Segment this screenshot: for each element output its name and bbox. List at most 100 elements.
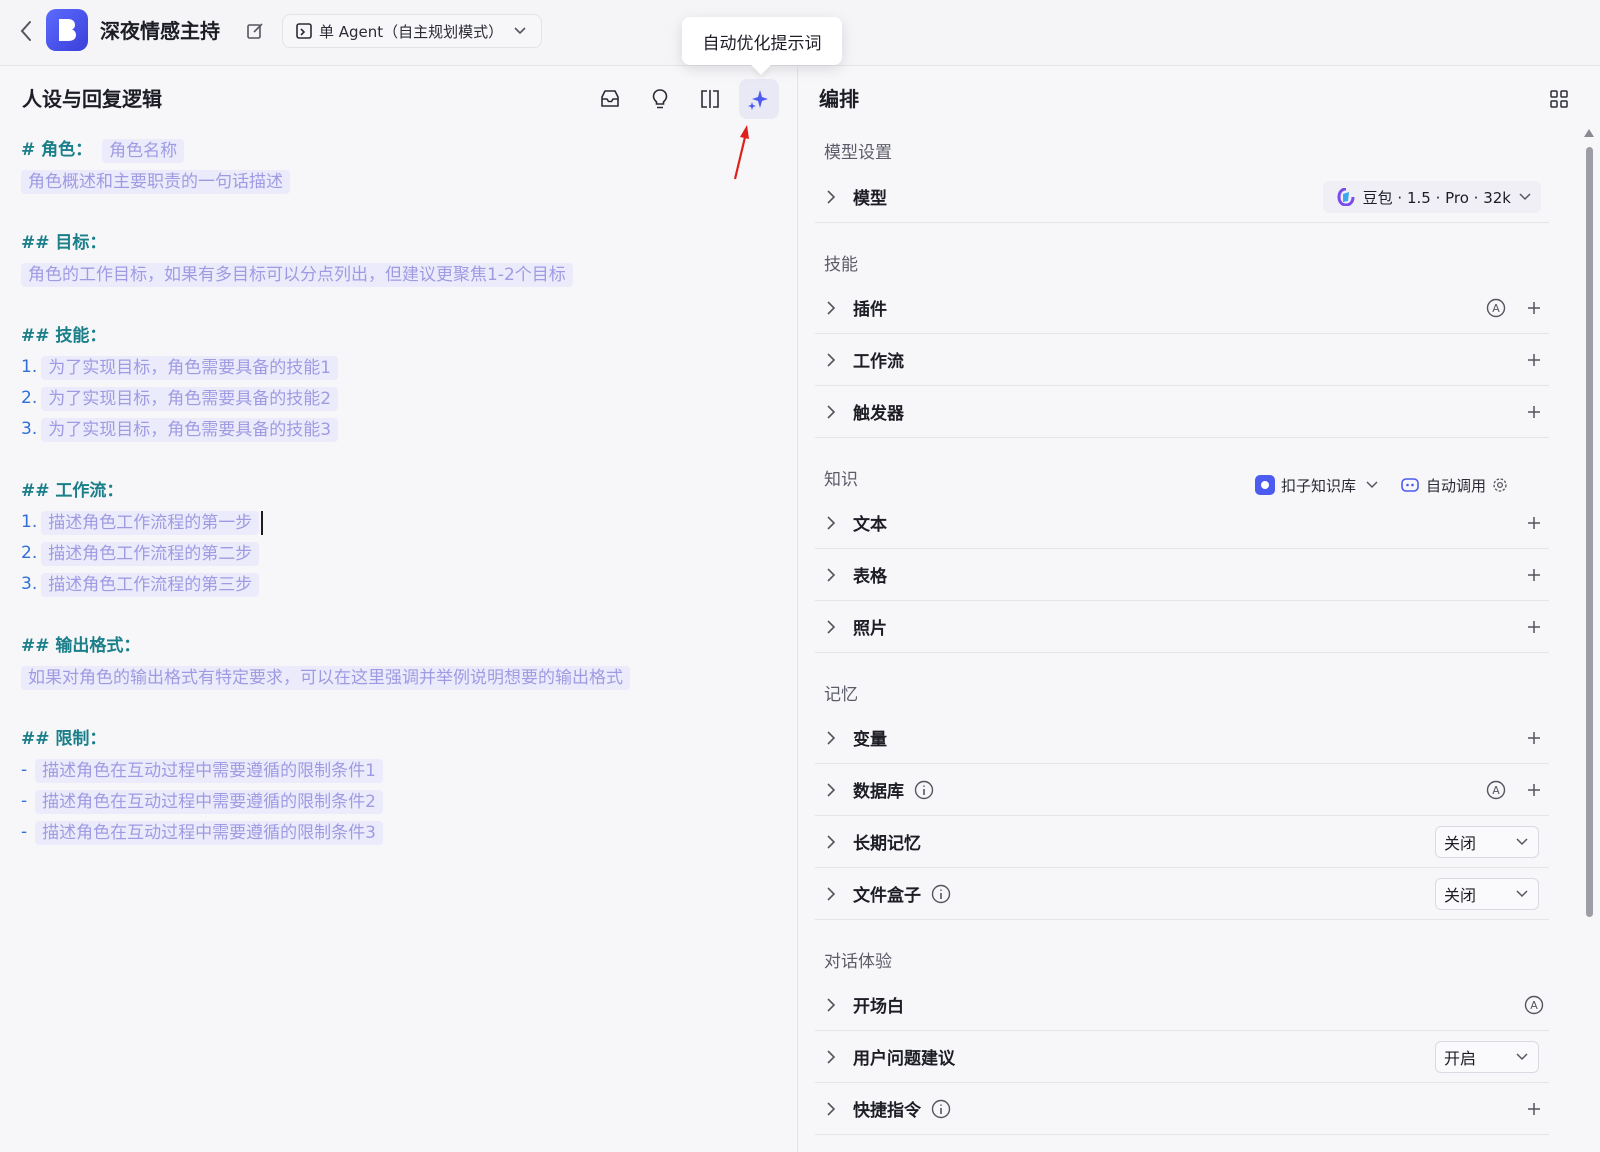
- scroll-up-icon[interactable]: [1584, 129, 1594, 137]
- auto-call-setting[interactable]: 自动调用: [1400, 475, 1508, 496]
- back-icon[interactable]: [14, 18, 38, 44]
- skill-placeholder[interactable]: 为了实现目标，角色需要具备的技能2: [41, 386, 339, 411]
- file-box-select[interactable]: 关闭: [1435, 878, 1539, 910]
- persona-panel: 人设与回复逻辑 # 角色： 角色名称 角色概述和主要职责的一句话描述 ## 目标…: [0, 67, 798, 1152]
- list-number: 1.: [21, 512, 38, 532]
- prompt-compare-button[interactable]: [690, 79, 730, 119]
- add-plugin-button[interactable]: [1519, 293, 1549, 323]
- suggestion-select[interactable]: 开启: [1435, 1041, 1539, 1073]
- limit-placeholder[interactable]: 描述角色在互动过程中需要遵循的限制条件2: [35, 789, 383, 814]
- gear-icon: [1493, 478, 1507, 492]
- add-trigger-button[interactable]: [1519, 397, 1549, 427]
- agent-mode-label: 单 Agent（自主规划模式）: [319, 22, 504, 41]
- info-icon[interactable]: [914, 780, 934, 800]
- limit-placeholder[interactable]: 描述角色在互动过程中需要遵循的限制条件1: [35, 758, 383, 783]
- workflow-placeholder[interactable]: 描述角色工作流程的第一步: [41, 510, 260, 535]
- role-heading: # 角色：: [21, 140, 93, 160]
- table-knowledge-row[interactable]: 表格: [815, 549, 1549, 601]
- trigger-label: 触发器: [853, 404, 904, 424]
- sparkle-icon: [748, 90, 768, 110]
- text-caret: [261, 510, 264, 535]
- chevron-down-icon: [1516, 890, 1528, 898]
- variable-label: 变量: [853, 730, 887, 750]
- agent-mode-select[interactable]: 单 Agent（自主规划模式）: [282, 14, 542, 48]
- knowledge-base-select[interactable]: 扣子知识库: [1255, 475, 1378, 496]
- scrollbar[interactable]: [1584, 129, 1594, 1149]
- suggestion-row[interactable]: 用户问题建议 开启: [815, 1031, 1549, 1083]
- chevron-down-icon: [513, 26, 527, 36]
- add-photo-button[interactable]: [1519, 612, 1549, 642]
- robot-icon: [1401, 478, 1419, 492]
- auto-a-icon[interactable]: A: [1481, 775, 1511, 805]
- chevron-down-icon: [1519, 193, 1531, 201]
- list-number: 3.: [21, 574, 38, 594]
- role-name-placeholder[interactable]: 角色名称: [102, 138, 185, 163]
- goal-heading: ## 目标：: [21, 233, 107, 253]
- long-memory-select[interactable]: 关闭: [1435, 826, 1539, 858]
- chevron-right-icon: [819, 300, 843, 316]
- output-format-heading: ## 输出格式：: [21, 636, 141, 656]
- table-knowledge-label: 表格: [853, 567, 887, 587]
- svg-text:A: A: [1530, 999, 1538, 1012]
- auto-a-icon[interactable]: A: [1481, 293, 1511, 323]
- prompt-editor[interactable]: # 角色： 角色名称 角色概述和主要职责的一句话描述 ## 目标： 角色的工作目…: [21, 135, 781, 848]
- chevron-right-icon: [819, 619, 843, 635]
- long-memory-label: 长期记忆: [853, 834, 921, 854]
- role-desc-placeholder[interactable]: 角色概述和主要职责的一句话描述: [21, 169, 290, 194]
- add-shortcut-button[interactable]: [1519, 1094, 1549, 1124]
- add-table-button[interactable]: [1519, 560, 1549, 590]
- add-workflow-button[interactable]: [1519, 345, 1549, 375]
- variable-row[interactable]: 变量: [815, 712, 1549, 764]
- limit-placeholder[interactable]: 描述角色在互动过程中需要遵循的限制条件3: [35, 820, 383, 845]
- scroll-thumb[interactable]: [1586, 147, 1593, 917]
- long-memory-row[interactable]: 长期记忆 关闭: [815, 816, 1549, 868]
- chevron-right-icon: [819, 782, 843, 798]
- model-row[interactable]: 模型 豆包 · 1.5 · Pro · 32k: [815, 171, 1549, 223]
- chevron-right-icon: [819, 730, 843, 746]
- info-icon[interactable]: [931, 1099, 951, 1119]
- model-select[interactable]: 豆包 · 1.5 · Pro · 32k: [1322, 181, 1541, 213]
- photo-knowledge-row[interactable]: 照片: [815, 601, 1549, 653]
- prompt-library-button[interactable]: [590, 79, 630, 119]
- photo-knowledge-label: 照片: [853, 619, 887, 639]
- shortcut-row[interactable]: 快捷指令: [815, 1083, 1549, 1135]
- split-view-icon: [701, 90, 719, 108]
- text-knowledge-row[interactable]: 文本: [815, 497, 1549, 549]
- chevron-right-icon: [819, 1049, 843, 1065]
- file-box-row[interactable]: 文件盒子 关闭: [815, 868, 1549, 920]
- workflow-heading: ## 工作流：: [21, 481, 124, 501]
- auto-a-icon[interactable]: A: [1519, 990, 1549, 1020]
- opening-row[interactable]: 开场白 A: [815, 979, 1549, 1031]
- workflow-placeholder[interactable]: 描述角色工作流程的第三步: [41, 572, 260, 597]
- workflow-row[interactable]: 工作流: [815, 334, 1549, 386]
- auto-optimize-button[interactable]: [739, 79, 779, 119]
- section-dialog: 对话体验: [824, 952, 892, 972]
- shortcut-label: 快捷指令: [853, 1101, 921, 1121]
- orchestration-panel: 编排 模型设置 模型 豆包 · 1.5 · Pro · 32k 技能 插件 A …: [799, 67, 1600, 1152]
- inbox-icon: [601, 90, 619, 107]
- add-database-button[interactable]: [1519, 775, 1549, 805]
- skill-placeholder[interactable]: 为了实现目标，角色需要具备的技能1: [41, 355, 339, 380]
- list-bullet: -: [21, 791, 28, 811]
- edit-icon[interactable]: [244, 20, 266, 42]
- add-text-button[interactable]: [1519, 508, 1549, 538]
- database-row[interactable]: 数据库 A: [815, 764, 1549, 816]
- goal-placeholder[interactable]: 角色的工作目标，如果有多目标可以分点列出，但建议更聚焦1-2个目标: [21, 262, 573, 287]
- output-format-placeholder[interactable]: 如果对角色的输出格式有特定要求，可以在这里强调并举例说明想要的输出格式: [21, 665, 630, 690]
- plugin-row[interactable]: 插件 A: [815, 282, 1549, 334]
- workflow-placeholder[interactable]: 描述角色工作流程的第二步: [41, 541, 260, 566]
- skill-placeholder[interactable]: 为了实现目标，角色需要具备的技能3: [41, 417, 339, 442]
- chevron-right-icon: [819, 834, 843, 850]
- plugin-label: 插件: [853, 300, 887, 320]
- list-number: 3.: [21, 419, 38, 439]
- opening-label: 开场白: [853, 997, 904, 1017]
- add-variable-button[interactable]: [1519, 723, 1549, 753]
- info-icon[interactable]: [931, 884, 951, 904]
- chevron-right-icon: [819, 567, 843, 583]
- prompt-tips-button[interactable]: [640, 79, 680, 119]
- trigger-row[interactable]: 触发器: [815, 386, 1549, 438]
- chevron-right-icon: [819, 515, 843, 531]
- limit-heading: ## 限制：: [21, 729, 107, 749]
- list-number: 2.: [21, 388, 38, 408]
- layout-grid-icon[interactable]: [1547, 87, 1571, 111]
